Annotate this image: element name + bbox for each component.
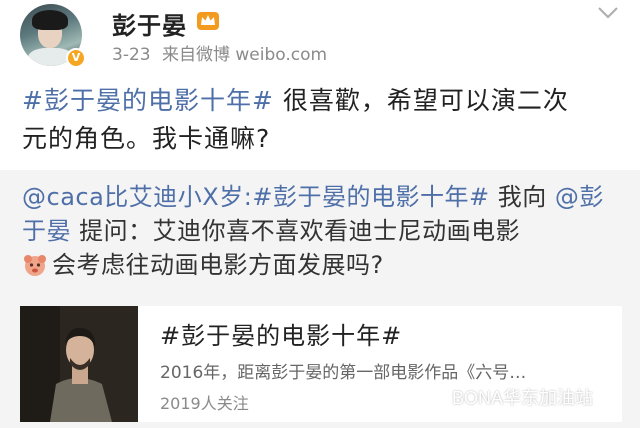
emoji-icon — [24, 255, 46, 276]
topic-card-followers: 2019人关注 — [160, 394, 249, 413]
avatar[interactable]: V — [20, 4, 86, 70]
repost-text-a: 我向 — [489, 183, 555, 211]
thumbnail-photo — [20, 306, 138, 422]
topic-card-title: #彭于晏的电影十年# — [160, 322, 403, 350]
topic-card-description: 2016年，距离彭于晏的第一部电影作品《六号… — [160, 363, 527, 383]
watermark: BONA华东加油站 — [418, 384, 593, 410]
chevron-down-icon[interactable] — [596, 4, 620, 22]
username[interactable]: 彭于晏 — [112, 6, 187, 41]
repost-topic-link[interactable]: #彭于晏的电影十年# — [252, 183, 489, 211]
repost-text-c: 会考虑往动画电影方面发展吗? — [52, 251, 384, 279]
post-text-line1: 很喜歡，希望可以演二次 — [273, 86, 569, 115]
repost-author-link[interactable]: @caca比艾迪小X岁 — [22, 183, 244, 211]
watermark-text: BONA华东加油站 — [452, 388, 594, 408]
post-meta: 3-23 来自微博 weibo.com — [112, 40, 333, 65]
wechat-icon — [418, 386, 445, 408]
avatar-hair — [32, 10, 68, 30]
post-body: #彭于晏的电影十年# 很喜歡，希望可以演二次 元的角色。我卡通嘛? — [22, 82, 622, 158]
topic-card-thumbnail — [20, 306, 138, 422]
repost-text: @caca比艾迪小X岁:#彭于晏的电影十年# 我向 @彭于晏 提问：艾迪你喜不喜… — [22, 180, 626, 282]
post-text-line2: 元的角色。我卡通嘛? — [22, 124, 271, 153]
post-source[interactable]: 来自微博 weibo.com — [162, 45, 327, 65]
post-date: 3-23 — [112, 45, 151, 65]
vip-crown-icon — [197, 12, 219, 30]
post-header: V 彭于晏 3-23 来自微博 weibo.com — [0, 0, 640, 72]
repost-text-b: 提问：艾迪你喜不喜欢看迪士尼动画电影 — [71, 217, 521, 245]
verified-icon: V — [66, 48, 86, 68]
post-topic-link[interactable]: #彭于晏的电影十年# — [22, 86, 274, 115]
